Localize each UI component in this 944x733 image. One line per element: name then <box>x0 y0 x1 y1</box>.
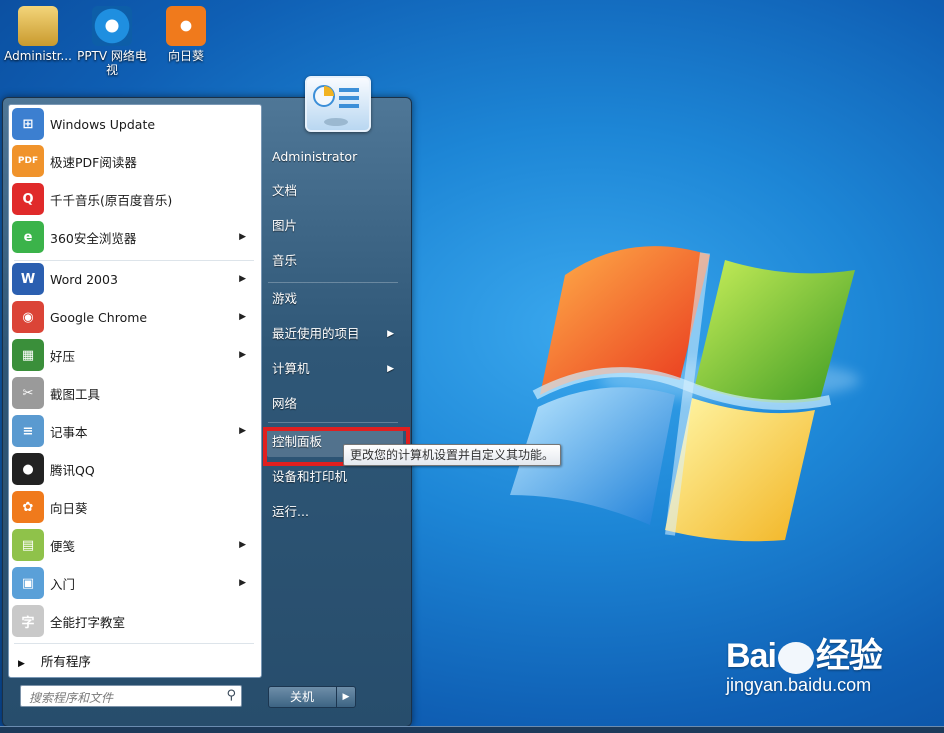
start-menu-link-label: 运行... <box>272 504 309 519</box>
start-menu-link[interactable]: Administrator <box>272 142 400 172</box>
program-item-label: Word 2003 <box>50 271 118 287</box>
submenu-arrow-icon: ▶ <box>239 426 246 436</box>
start-menu-link[interactable]: 运行... <box>272 497 400 527</box>
program-item-label: Windows Update <box>50 116 156 132</box>
all-programs-button[interactable]: ▶ 所有程序 <box>18 651 91 670</box>
start-menu-link-label: 计算机 <box>272 361 310 376</box>
start-menu-link-label: 设备和打印机 <box>272 469 348 484</box>
program-item[interactable]: ▣ 入门 ▶ <box>12 565 256 601</box>
program-item-label: 记事本 <box>50 424 88 440</box>
start-menu-link[interactable]: 音乐 <box>272 246 400 276</box>
program-item[interactable]: ▦ 好压 ▶ <box>12 337 256 373</box>
search-icon: ⚲ <box>226 688 236 703</box>
program-item[interactable]: ✂ 截图工具 <box>12 375 256 411</box>
start-menu-link[interactable]: 游戏 <box>272 284 400 314</box>
program-item[interactable]: W Word 2003 ▶ <box>12 261 256 297</box>
program-item-label: 360安全浏览器 <box>50 230 137 246</box>
desktop-icon-administrator[interactable]: Administr... <box>2 6 74 63</box>
program-item-label: 极速PDF阅读器 <box>50 154 137 170</box>
program-item-label: 向日葵 <box>50 500 88 516</box>
sunflower-icon <box>166 6 206 46</box>
word-icon: W <box>12 263 44 295</box>
submenu-arrow-icon: ▶ <box>239 540 246 550</box>
start-menu-link-label: 最近使用的项目 <box>272 326 360 341</box>
program-item[interactable]: 字全能打字教室 <box>12 603 256 639</box>
desktop-icon-sunflower[interactable]: 向日葵 <box>150 6 222 63</box>
sticky-notes-icon: ▤ <box>12 529 44 561</box>
shutdown-button[interactable]: 关机 ▶ <box>268 686 356 708</box>
baidu-paw-icon <box>777 642 814 675</box>
divider <box>268 422 398 423</box>
start-menu-link[interactable]: 网络 <box>272 389 400 419</box>
program-item[interactable]: ▤ 便笺 ▶ <box>12 527 256 563</box>
program-item[interactable]: ✿ 向日葵 <box>12 489 256 525</box>
program-item-label: 便笺 <box>50 538 76 554</box>
submenu-arrow-icon: ▶ <box>239 350 246 360</box>
getting-started-icon: ▣ <box>12 567 44 599</box>
program-item[interactable]: ● 腾讯QQ <box>12 451 256 487</box>
notepad-icon: ≡ <box>12 415 44 447</box>
program-item-label: 截图工具 <box>50 386 101 402</box>
desktop-icon-pptv[interactable]: PPTV 网络电视 <box>76 6 148 77</box>
user-avatar-icon[interactable] <box>305 76 371 132</box>
start-menu-link[interactable]: 设备和打印机 <box>272 462 400 492</box>
snipping-tool-icon: ✂ <box>12 377 44 409</box>
submenu-arrow-icon: ▶ <box>239 274 246 284</box>
desktop-icon-label: 向日葵 <box>167 49 204 63</box>
program-item[interactable]: Q 千千音乐(原百度音乐) <box>12 181 256 217</box>
pptv-icon <box>92 6 132 46</box>
start-menu-link-label: 网络 <box>272 396 298 411</box>
windows-logo <box>510 235 870 555</box>
sunflower-icon: ✿ <box>12 491 44 523</box>
start-menu-link-label: 游戏 <box>272 291 298 306</box>
program-item[interactable]: PDF 极速PDF阅读器 <box>12 143 256 179</box>
submenu-arrow-icon: ▶ <box>239 232 246 242</box>
control-panel-tooltip: 更改您的计算机设置并自定义其功能。 <box>343 444 562 466</box>
program-item[interactable]: ≡ 记事本 ▶ <box>12 413 256 449</box>
desktop-icon-label: PPTV 网络电视 <box>77 49 147 77</box>
program-item[interactable]: e 360安全浏览器 ▶ <box>12 219 256 255</box>
divider <box>14 643 254 644</box>
divider <box>14 260 254 261</box>
browser-360-icon: e <box>12 221 44 253</box>
start-menu-link-label: Administrator <box>272 149 358 164</box>
haozip-icon: ▦ <box>12 339 44 371</box>
start-menu-link-label: 文档 <box>272 183 298 198</box>
program-item-label: 千千音乐(原百度音乐) <box>50 192 173 208</box>
submenu-arrow-icon: ▶ <box>387 329 394 339</box>
typing-icon: 字 <box>12 605 44 637</box>
program-item-label: 入门 <box>50 576 76 592</box>
program-item[interactable]: ⊞ Windows Update <box>12 106 256 142</box>
start-menu-link[interactable]: 计算机 ▶ <box>272 354 400 384</box>
shutdown-options-arrow-icon[interactable]: ▶ <box>336 687 355 707</box>
start-menu-link[interactable]: 最近使用的项目 ▶ <box>272 319 400 349</box>
program-item-label: 腾讯QQ <box>50 462 95 478</box>
submenu-arrow-icon: ▶ <box>387 364 394 374</box>
music-icon: Q <box>12 183 44 215</box>
start-menu-link[interactable]: 文档 <box>272 176 400 206</box>
program-item-label: 好压 <box>50 348 76 364</box>
program-item-label: 全能打字教室 <box>50 614 126 630</box>
program-item-label: Google Chrome <box>50 309 148 325</box>
windows-update-icon: ⊞ <box>12 108 44 140</box>
folder-user-icon <box>18 6 58 46</box>
search-input[interactable]: 搜索程序和文件 ⚲ <box>20 685 242 707</box>
start-menu-link[interactable]: 图片 <box>272 211 400 241</box>
baidu-watermark: Bai 经验 jingyan.baidu.com <box>726 637 883 695</box>
triangle-right-icon: ▶ <box>18 659 25 669</box>
start-menu-link-label: 图片 <box>272 218 298 233</box>
qq-icon: ● <box>12 453 44 485</box>
start-menu-link-label: 音乐 <box>272 253 298 268</box>
divider <box>268 282 398 283</box>
program-item[interactable]: ◉ Google Chrome ▶ <box>12 299 256 335</box>
desktop-icon-label: Administr... <box>4 49 72 63</box>
chrome-icon: ◉ <box>12 301 44 333</box>
submenu-arrow-icon: ▶ <box>239 312 246 322</box>
submenu-arrow-icon: ▶ <box>239 578 246 588</box>
pdf-reader-icon: PDF <box>12 145 44 177</box>
